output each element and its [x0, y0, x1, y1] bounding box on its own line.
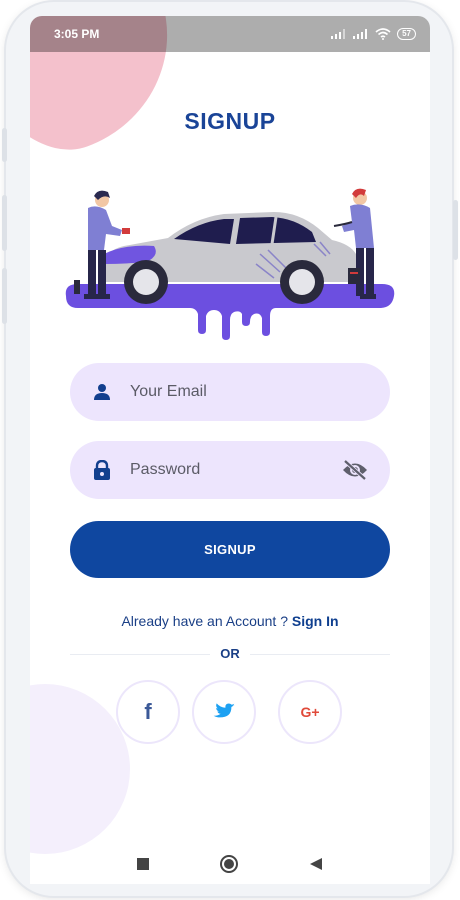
side-button: [453, 200, 458, 260]
status-icons: 57: [331, 28, 416, 40]
twitter-button[interactable]: [192, 680, 256, 744]
status-bar: 3:05 PM 57: [30, 16, 430, 52]
email-input[interactable]: [130, 383, 370, 401]
sign-in-link[interactable]: Sign In: [292, 613, 339, 629]
sign-in-prompt: Already have an Account ? Sign In: [30, 613, 430, 629]
navigation-bar: [30, 844, 430, 884]
car-painting-illustration: [65, 188, 395, 340]
home-icon[interactable]: [219, 854, 239, 874]
email-field[interactable]: [70, 363, 390, 421]
google-plus-button[interactable]: G+: [278, 680, 342, 744]
worker-figure: [74, 190, 130, 299]
status-time: 3:05 PM: [54, 27, 100, 41]
wifi-icon: [375, 28, 391, 40]
lock-icon: [92, 460, 112, 480]
power-button: [2, 268, 7, 324]
battery-indicator: 57: [397, 28, 416, 40]
signup-button[interactable]: SIGNUP: [70, 521, 390, 578]
signal-icon: [331, 29, 346, 39]
password-input[interactable]: [130, 461, 340, 479]
twitter-icon: [213, 703, 235, 718]
password-field[interactable]: [70, 441, 390, 499]
person-icon: [92, 382, 112, 402]
account-prompt-text: Already have an Account ?: [121, 613, 292, 629]
paint-puddle: [65, 284, 395, 340]
or-label: OR: [210, 646, 250, 661]
google-plus-icon: G+: [300, 704, 320, 720]
eye-off-icon[interactable]: [340, 458, 370, 482]
page-title: SIGNUP: [184, 108, 276, 134]
app-screen: 3:05 PM 57 SIGNUP Your Email SIGNUP Alre…: [30, 16, 430, 884]
volume-button: [2, 195, 7, 251]
signal-icon: [353, 29, 368, 39]
volume-button: [2, 128, 7, 162]
back-icon[interactable]: [309, 857, 323, 871]
facebook-button[interactable]: f: [116, 680, 180, 744]
decorative-blob: [30, 684, 130, 854]
recents-icon[interactable]: [137, 858, 149, 870]
facebook-icon: f: [144, 699, 152, 724]
